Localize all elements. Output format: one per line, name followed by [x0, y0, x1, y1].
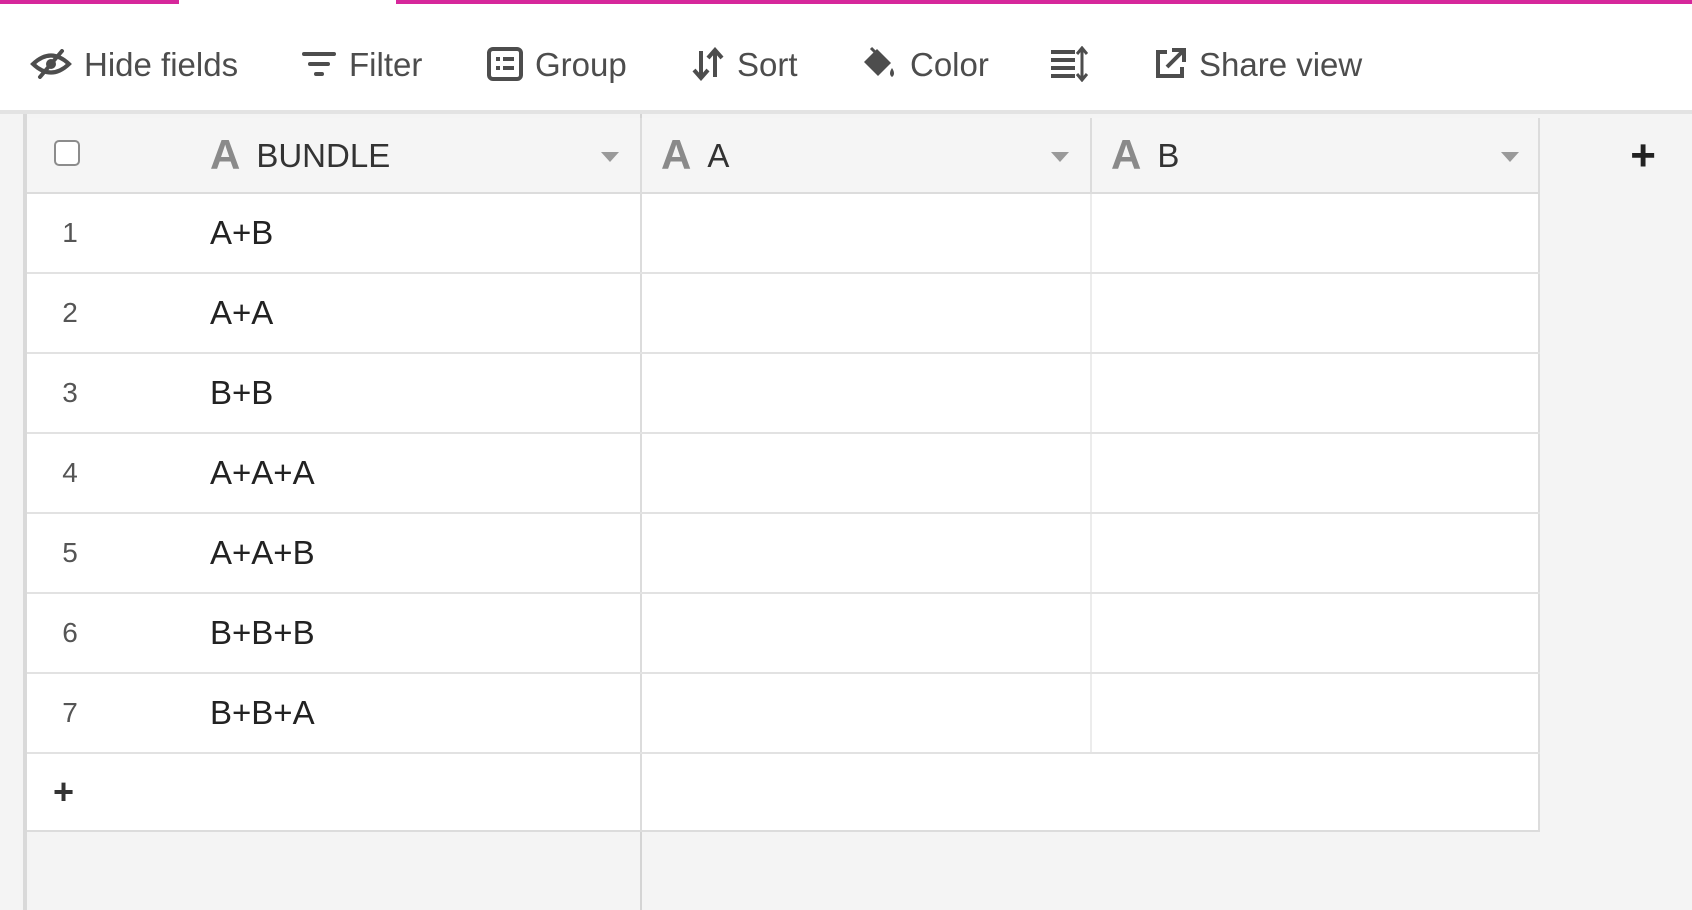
select-all-checkbox[interactable] — [54, 140, 80, 166]
cell-b[interactable] — [1092, 514, 1540, 592]
table-row[interactable]: 7 B+B+A — [27, 674, 1540, 754]
column-name: B — [1157, 136, 1180, 174]
share-view-label: Share view — [1199, 45, 1363, 83]
cell-b[interactable] — [1092, 194, 1540, 272]
row-number: 2 — [62, 297, 78, 328]
filter-icon — [301, 49, 337, 79]
paint-bucket-icon — [860, 46, 898, 82]
text-field-icon: A — [1111, 131, 1142, 178]
cell-bundle[interactable]: B+B+B — [210, 594, 315, 672]
cell-b[interactable] — [1092, 434, 1540, 512]
records-table: 1 A+B 2 A+A 3 B+B 4 A+A+A 5 A+A+B 6 B+B+… — [27, 194, 1540, 754]
sort-arrows-icon — [691, 47, 725, 81]
table-row[interactable]: 3 B+B — [27, 354, 1540, 434]
text-field-icon: A — [210, 131, 241, 178]
group-label: Group — [535, 45, 627, 83]
sort-label: Sort — [737, 45, 798, 83]
cell-bundle[interactable]: B+B — [210, 354, 273, 432]
row-number: 3 — [62, 377, 78, 408]
chevron-down-icon[interactable] — [601, 152, 619, 162]
row-number: 7 — [62, 697, 78, 728]
cell-a[interactable] — [642, 434, 1090, 512]
cell-bundle[interactable]: A+A — [210, 274, 273, 352]
color-button[interactable]: Color — [860, 38, 989, 90]
cell-a[interactable] — [642, 194, 1090, 272]
table-row[interactable]: 5 A+A+B — [27, 514, 1540, 594]
cell-b[interactable] — [1092, 674, 1540, 752]
cell-b[interactable] — [1092, 274, 1540, 352]
column-divider — [1090, 118, 1092, 192]
cell-a[interactable] — [642, 274, 1090, 352]
text-field-icon: A — [661, 131, 692, 178]
eye-slash-icon — [30, 49, 72, 79]
chevron-down-icon[interactable] — [1051, 152, 1069, 162]
row-number: 1 — [62, 217, 78, 248]
add-record-row[interactable]: + — [27, 754, 1540, 832]
cell-a[interactable] — [642, 354, 1090, 432]
table-row[interactable]: 1 A+B — [27, 194, 1540, 274]
cell-a[interactable] — [642, 674, 1090, 752]
column-header-row: A BUNDLE A A A B — [27, 118, 1540, 194]
group-list-icon — [487, 47, 523, 81]
column-header-b[interactable]: A B — [1111, 118, 1521, 192]
row-number: 4 — [62, 457, 78, 488]
row-number: 6 — [62, 617, 78, 648]
column-name: BUNDLE — [256, 136, 391, 174]
cell-a[interactable] — [642, 594, 1090, 672]
row-height-icon — [1050, 46, 1088, 82]
share-external-icon — [1153, 47, 1187, 81]
column-header-bundle[interactable]: A BUNDLE — [210, 118, 640, 192]
cell-bundle[interactable]: A+A+A — [210, 434, 315, 512]
filter-button[interactable]: Filter — [301, 38, 422, 90]
sort-button[interactable]: Sort — [691, 38, 798, 90]
add-record-button[interactable]: + — [53, 754, 74, 830]
cell-b[interactable] — [1092, 594, 1540, 672]
cell-a[interactable] — [642, 514, 1090, 592]
column-divider — [640, 118, 642, 192]
table-row[interactable]: 6 B+B+B — [27, 594, 1540, 674]
cell-b[interactable] — [1092, 354, 1540, 432]
row-number: 5 — [62, 537, 78, 568]
row-height-button[interactable] — [1050, 38, 1088, 90]
group-button[interactable]: Group — [487, 38, 627, 90]
chevron-down-icon[interactable] — [1501, 152, 1519, 162]
column-name: A — [707, 136, 730, 174]
column-header-a[interactable]: A A — [661, 118, 1071, 192]
share-view-button[interactable]: Share view — [1153, 38, 1362, 90]
table-row[interactable]: 2 A+A — [27, 274, 1540, 354]
hide-fields-label: Hide fields — [84, 45, 239, 83]
table-row[interactable]: 4 A+A+A — [27, 434, 1540, 514]
hide-fields-button[interactable]: Hide fields — [30, 38, 238, 90]
cell-bundle[interactable]: B+B+A — [210, 674, 315, 752]
cell-bundle[interactable]: A+A+B — [210, 514, 315, 592]
cell-bundle[interactable]: A+B — [210, 194, 273, 272]
filter-label: Filter — [349, 45, 423, 83]
view-toolbar: Hide fields Filter Group Sort Color Shar… — [0, 4, 1692, 114]
color-label: Color — [910, 45, 989, 83]
add-field-button[interactable]: + — [1540, 118, 1692, 194]
